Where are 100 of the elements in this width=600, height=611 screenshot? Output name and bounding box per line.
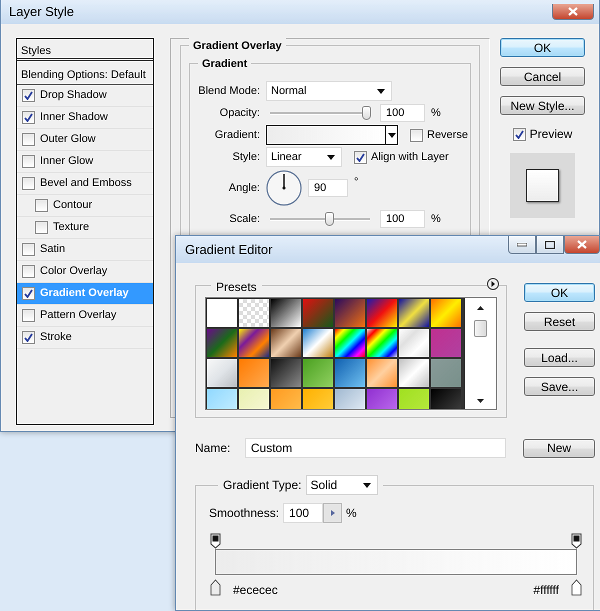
checkbox[interactable] — [22, 89, 35, 102]
preview-checkbox-label[interactable]: Preview — [512, 125, 572, 143]
checkbox[interactable] — [35, 199, 48, 212]
gradient-swatch[interactable] — [207, 359, 237, 387]
smoothness-field[interactable]: 100 — [283, 503, 324, 523]
gradient-type-dropdown[interactable]: Solid — [306, 475, 378, 495]
gradient-swatch[interactable] — [335, 359, 365, 387]
gradient-swatch[interactable] — [367, 359, 397, 387]
angle-dial[interactable] — [266, 170, 302, 206]
style-item[interactable]: Contour — [17, 195, 153, 217]
gradient-swatch[interactable] — [303, 359, 333, 387]
checkbox[interactable] — [22, 265, 35, 278]
minimize-icon — [517, 242, 527, 246]
gradient-swatch[interactable] — [271, 359, 301, 387]
scroll-up-icon — [477, 306, 484, 310]
arrow-icon — [330, 510, 335, 516]
dialog-button[interactable]: Load... — [524, 348, 595, 367]
scrollbar-thumb[interactable] — [474, 320, 487, 337]
close-button[interactable] — [552, 4, 594, 20]
gradient-swatch[interactable] — [399, 389, 429, 409]
gradient-swatch[interactable] — [207, 299, 237, 327]
field-label: Scale: — [228, 212, 260, 227]
color-stop-icon[interactable] — [572, 578, 582, 595]
style-item[interactable]: Pattern Overlay — [17, 305, 153, 327]
gradient-swatch[interactable] — [239, 329, 269, 357]
checkbox[interactable] — [22, 111, 35, 124]
gradient-swatch[interactable] — [431, 299, 461, 327]
window-title: Layer Style — [9, 3, 74, 22]
gradient-swatch[interactable] — [239, 389, 269, 409]
minimize-button[interactable] — [508, 236, 536, 254]
stepper-button[interactable] — [323, 503, 342, 523]
field-label: Gradient Type: — [223, 477, 302, 494]
gradient-swatch[interactable] — [399, 299, 429, 327]
dialog-button[interactable]: OK — [524, 283, 595, 302]
gradient-swatch[interactable] — [303, 329, 333, 357]
maximize-button[interactable] — [536, 236, 564, 254]
gradient-swatch[interactable] — [367, 299, 397, 327]
gradient-swatch[interactable] — [335, 299, 365, 327]
style-item[interactable]: Satin — [17, 239, 153, 261]
dialog-button[interactable]: Reset — [524, 312, 595, 331]
blend-mode-dropdown[interactable]: Normal — [266, 81, 392, 101]
gradient-swatch[interactable] — [431, 329, 461, 357]
checkbox[interactable] — [22, 243, 35, 256]
menu-arrow-icon[interactable] — [487, 278, 499, 290]
gradient-swatch[interactable] — [367, 329, 397, 357]
slider-thumb[interactable] — [362, 106, 371, 120]
color-stop-icon[interactable] — [210, 578, 220, 595]
slider-thumb[interactable] — [325, 212, 334, 226]
gradient-swatch[interactable] — [207, 329, 237, 357]
dialog-button[interactable]: Save... — [524, 377, 595, 396]
gradient-swatch[interactable] — [303, 389, 333, 409]
stop-color-label: #ffffff — [533, 582, 559, 599]
gradient-swatch[interactable] — [399, 359, 429, 387]
style-item[interactable]: Inner Glow — [17, 151, 153, 173]
style-item[interactable]: Inner Shadow — [17, 107, 153, 129]
gradient-swatch[interactable] — [335, 329, 365, 357]
list-header: Styles — [17, 39, 153, 61]
gradient-swatch[interactable] — [399, 329, 429, 357]
checkbox[interactable] — [22, 309, 35, 322]
gradient-dropdown-button[interactable] — [386, 125, 398, 145]
checkbox[interactable] — [22, 287, 35, 300]
reverse-checkbox-label[interactable]: Reverse — [410, 126, 468, 144]
gradient-swatch[interactable] — [431, 359, 461, 387]
style-item[interactable]: Stroke — [17, 327, 153, 349]
style-dropdown[interactable]: Linear — [266, 147, 342, 167]
name-field[interactable]: Custom — [244, 438, 506, 458]
checkbox[interactable] — [22, 177, 35, 190]
scale-field[interactable]: 100 — [380, 210, 425, 228]
close-button[interactable] — [564, 236, 600, 254]
style-item[interactable]: Texture — [17, 217, 153, 239]
checkbox[interactable] — [22, 155, 35, 168]
angle-field[interactable]: 90 — [308, 179, 348, 197]
align-checkbox-label[interactable]: Align with Layer — [354, 148, 449, 166]
gradient-swatch[interactable] — [303, 299, 333, 327]
dialog-button[interactable]: OK — [500, 38, 585, 57]
checkbox[interactable] — [35, 221, 48, 234]
gradient-preview[interactable] — [266, 125, 386, 145]
dialog-button[interactable]: Cancel — [500, 67, 585, 86]
style-item[interactable]: Drop Shadow — [17, 85, 153, 107]
gradient-swatch[interactable] — [367, 389, 397, 409]
opacity-field[interactable]: 100 — [380, 104, 425, 122]
checkbox[interactable] — [512, 128, 526, 140]
gradient-swatch[interactable] — [239, 359, 269, 387]
gradient-swatch[interactable] — [431, 389, 461, 409]
checkbox[interactable] — [410, 128, 423, 142]
style-item[interactable]: Outer Glow — [17, 129, 153, 151]
checkbox[interactable] — [22, 331, 35, 344]
gradient-swatch[interactable] — [335, 389, 365, 409]
style-item[interactable]: Bevel and Emboss — [17, 173, 153, 195]
field-label: Name: — [195, 440, 232, 457]
checkbox[interactable] — [354, 150, 367, 164]
gradient-swatch[interactable] — [207, 389, 237, 409]
gradient-swatch[interactable] — [271, 389, 301, 409]
gradient-swatch[interactable] — [271, 329, 301, 357]
dialog-button[interactable]: New Style... — [500, 96, 585, 115]
checkbox[interactable] — [22, 133, 35, 146]
gradient-swatch[interactable] — [271, 299, 301, 327]
gradient-swatch[interactable] — [239, 299, 269, 327]
list-item[interactable]: Blending Options: Default — [17, 61, 153, 85]
new-button[interactable]: New — [523, 438, 595, 458]
